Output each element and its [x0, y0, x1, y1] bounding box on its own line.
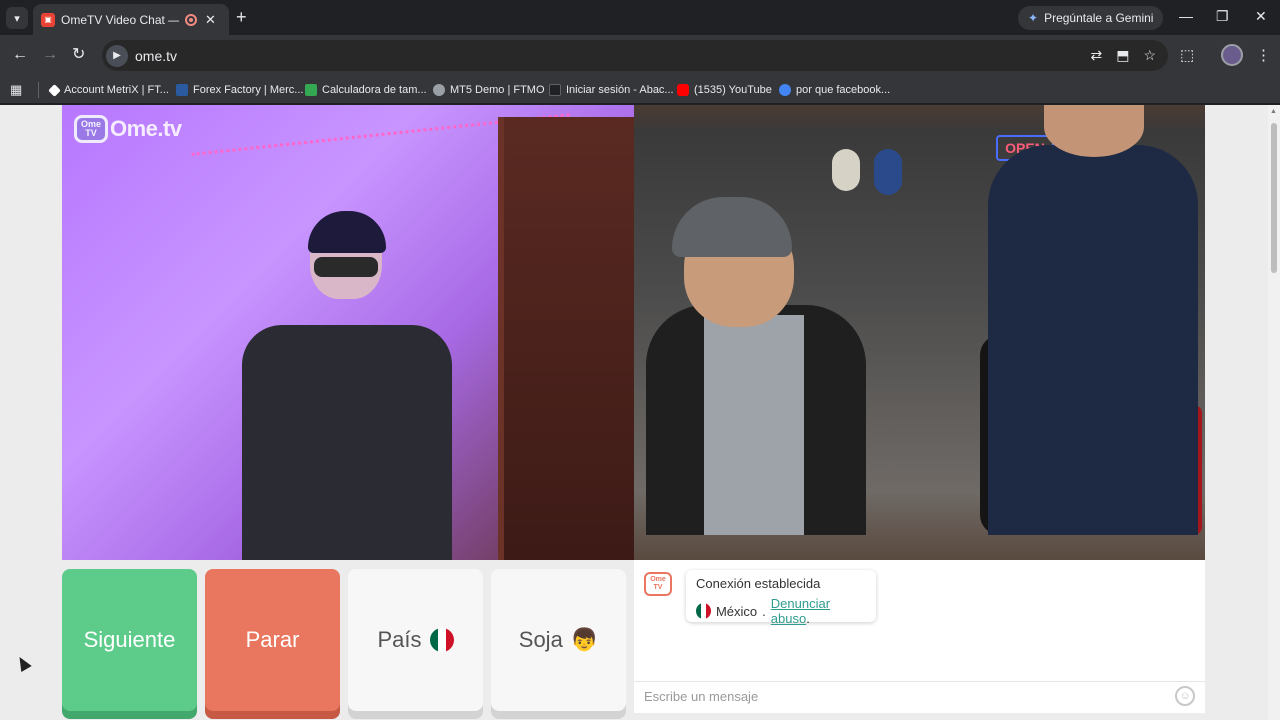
scrollbar-thumb[interactable] — [1271, 123, 1277, 273]
recording-icon — [185, 13, 197, 26]
chat-input-row: ☺ — [634, 681, 1205, 711]
report-suffix: . — [806, 611, 810, 626]
bookmark-item[interactable]: Calculadora de tam... — [305, 81, 427, 99]
next-button[interactable]: Siguiente — [62, 569, 197, 711]
tab-close-icon[interactable]: ✕ — [205, 12, 216, 28]
gender-filter-button[interactable]: Soja 👦 — [491, 569, 626, 711]
bookmark-item[interactable]: Account MetriX | FT... — [48, 81, 169, 99]
site-info-icon[interactable]: ▶ — [106, 44, 128, 67]
tab-strip: ▾ ▣ OmeTV Video Chat — Alter ✕ + ✦ Pregú… — [0, 0, 1280, 35]
bookmark-label: MT5 Demo | FTMO — [450, 84, 545, 96]
bookmark-item[interactable]: (1535) YouTube — [677, 81, 772, 99]
bookmark-item[interactable]: MT5 Demo | FTMO — [433, 81, 545, 99]
ometv-favicon-icon: ▣ — [41, 12, 55, 27]
bookmarks-separator — [38, 82, 39, 98]
apps-grid-icon[interactable]: ▦ — [10, 82, 22, 98]
gemini-star-icon: ✦ — [1028, 11, 1039, 25]
page-scrollbar[interactable]: ▲ — [1268, 105, 1280, 720]
mexico-flag-icon — [429, 628, 454, 652]
tab-ometv[interactable]: ▣ OmeTV Video Chat — Alter ✕ — [33, 4, 229, 35]
profile-avatar[interactable] — [1221, 44, 1243, 66]
remote-person-image — [704, 315, 804, 535]
ometv-logo: Ome TV Ome.tv — [74, 115, 182, 143]
door-image — [498, 117, 634, 560]
local-video: Ome TV Ome.tv — [62, 105, 634, 560]
separator-text: . — [762, 603, 766, 619]
remote-person-image — [672, 197, 792, 257]
partner-country: México — [715, 603, 758, 619]
wall-cap-image — [832, 149, 860, 191]
chat-panel: Ome TV Conexión establecida México . Denu… — [634, 560, 1205, 713]
install-app-icon[interactable]: ⬒ — [1116, 47, 1129, 64]
ometv-page: Ome TV Ome.tv OPEN Siguiente Parar País S… — [0, 105, 1268, 720]
bookmark-label: Iniciar sesión - Abac... — [566, 84, 674, 96]
mexico-flag-icon — [696, 603, 711, 619]
emoji-icon[interactable]: ☺ — [1175, 686, 1195, 706]
extensions-icon[interactable]: ⬚ — [1180, 46, 1194, 64]
bookmark-label: por que facebook... — [796, 84, 891, 96]
menu-icon[interactable]: ⋮ — [1256, 46, 1271, 64]
boy-emoji-icon: 👦 — [570, 627, 599, 652]
back-icon[interactable]: ← — [12, 46, 28, 64]
gemini-label: Pregúntale a Gemini — [1044, 11, 1154, 25]
report-abuse-link[interactable]: Denunciar abuso — [771, 596, 830, 626]
minimize-icon[interactable]: — — [1179, 8, 1193, 24]
bookmark-item[interactable]: Iniciar sesión - Abac... — [549, 81, 674, 99]
stop-button[interactable]: Parar — [205, 569, 340, 711]
remote-video: OPEN — [634, 105, 1205, 560]
stop-button-label: Parar — [245, 627, 300, 652]
wall-cap-image — [874, 149, 902, 195]
globe-icon — [433, 84, 445, 96]
ometv-chat-logo-icon: Ome TV — [644, 572, 672, 596]
bookmark-label: Calculadora de tam... — [322, 84, 427, 96]
ometv-logo-icon: Ome TV — [74, 115, 108, 143]
bookmark-favicon-icon — [549, 84, 561, 96]
country-filter-button[interactable]: País — [348, 569, 483, 711]
system-message: Conexión establecida México . Denunciar … — [686, 570, 876, 626]
bookmark-item[interactable]: por que facebook... — [779, 81, 890, 99]
reload-icon[interactable]: ↻ — [72, 46, 85, 64]
window-close-icon[interactable]: ✕ — [1255, 8, 1267, 25]
bookmarks-bar: ▦ Account MetriX | FT... Forex Factory |… — [0, 76, 1280, 104]
translate-icon[interactable]: ⇄ — [1090, 47, 1102, 64]
mouse-cursor-icon — [14, 653, 32, 673]
tab-title: OmeTV Video Chat — Alter — [61, 12, 179, 27]
bookmark-label: Forex Factory | Merc... — [193, 84, 304, 96]
gemini-button[interactable]: ✦ Pregúntale a Gemini — [1018, 6, 1164, 30]
next-button-label: Siguiente — [83, 627, 176, 652]
browser-toolbar: ← → ↻ ▶ ome.tv ⇄ ⬒ ☆ ⬚ ⋮ — [0, 35, 1280, 76]
bookmark-favicon-icon — [176, 84, 188, 96]
bookmark-item[interactable]: Forex Factory | Merc... — [176, 81, 303, 99]
new-tab-icon[interactable]: + — [236, 8, 247, 26]
bookmark-favicon-icon — [305, 84, 317, 96]
google-icon — [779, 84, 791, 96]
country-button-label: País — [377, 627, 422, 652]
chat-message-input[interactable] — [644, 689, 1144, 704]
ometv-logo-text: Ome.tv — [110, 116, 182, 141]
bookmark-label: Account MetriX | FT... — [64, 84, 169, 96]
bookmark-favicon-icon — [48, 83, 61, 97]
bookmark-star-icon[interactable]: ☆ — [1143, 47, 1156, 64]
connection-status: Conexión establecida — [696, 576, 821, 591]
maximize-icon[interactable]: ❐ — [1216, 8, 1229, 25]
scroll-up-icon[interactable]: ▲ — [1270, 108, 1277, 115]
forward-icon[interactable]: → — [42, 46, 58, 64]
tab-search-icon[interactable]: ▾ — [6, 7, 28, 29]
address-bar[interactable]: ▶ ome.tv ⇄ ⬒ ☆ — [102, 40, 1168, 71]
bookmark-label: (1535) YouTube — [694, 84, 772, 96]
url-text: ome.tv — [135, 47, 178, 64]
remote-person-image — [988, 145, 1198, 535]
local-person-image — [222, 205, 462, 560]
gender-button-label: Soja — [518, 627, 563, 652]
youtube-icon — [677, 84, 689, 96]
